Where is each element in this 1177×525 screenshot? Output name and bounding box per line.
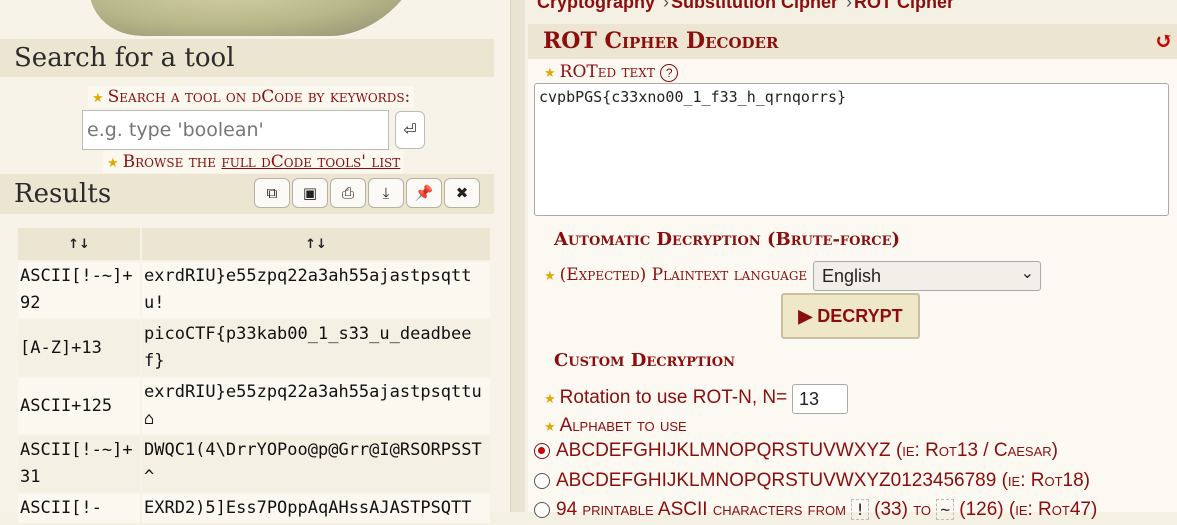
result-text: EXRD2)5]Ess7POppAqAHssAJASTPSQTT <box>142 494 490 523</box>
close-results-button[interactable]: ✖ <box>444 178 480 208</box>
language-label: ★ (Expected) Plaintext language <box>544 265 808 285</box>
star-icon: ★ <box>107 156 119 171</box>
pin-results-button[interactable]: 📌 <box>406 178 442 208</box>
results-table: ↑↓ ↑↓ ASCII[!-~]+92 exrdRIU}e55zpq22a3ah… <box>16 226 492 525</box>
browse-tools-label: ★ Browse the full dCode tools' list <box>103 151 405 173</box>
result-text: DWQC1(4\DrrYOPoo@p@Grr@I@RSORPSST^ <box>142 436 490 492</box>
copy-icon: ⧉ <box>266 184 278 202</box>
download-results-button[interactable]: ⤓ <box>368 178 404 208</box>
breadcrumb-substitution-cipher[interactable]: Substitution Cipher <box>671 0 838 12</box>
print-icon: ⎙ <box>341 184 354 202</box>
roted-text-label: ★ ROTed text ? <box>544 62 679 82</box>
print-results-button[interactable]: ⎙ <box>330 178 366 208</box>
decrypt-button[interactable]: ▶ DECRYPT <box>781 293 920 339</box>
full-tools-list-link[interactable]: full dCode tools' list <box>221 152 400 172</box>
keywords-label: ★ Search a tool on dCode by keywords: <box>88 86 415 108</box>
alphabet-option-az09[interactable]: ABCDEFGHIJKLMNOPQRSTUVWXYZ0123456789 (ie… <box>534 470 1090 492</box>
search-tool-heading: Search for a tool <box>0 39 494 77</box>
auto-decryption-heading: Automatic Decryption (Brute-force) <box>554 229 901 250</box>
result-method: ASCII[!-~]+92 <box>18 262 140 318</box>
breadcrumb-rot-cipher[interactable]: ROT Cipher <box>854 0 954 12</box>
chevron-down-icon: ⌄ <box>1020 265 1034 282</box>
search-submit-button[interactable]: ⏎ <box>395 111 425 149</box>
roted-text-input[interactable]: cvpbPGS{c33xno00_1_f33_h_qrnqorrs} <box>534 83 1169 216</box>
star-icon: ★ <box>544 419 556 434</box>
radio-unselected[interactable] <box>534 473 550 489</box>
help-icon[interactable]: ? <box>660 64 679 82</box>
alphabet-option-az[interactable]: ABCDEFGHIJKLMNOPQRSTUVWXYZ (ie: Rot13 / … <box>534 440 1058 462</box>
radio-selected[interactable] <box>534 443 550 459</box>
result-method: ASCII+125 <box>18 378 140 434</box>
close-icon: ✖ <box>455 184 469 202</box>
result-text: exrdRIU}e55zpq22a3ah55ajastpsqttu⌂ <box>142 378 490 434</box>
star-icon: ★ <box>544 269 556 284</box>
rot-decoder-panel: ROT Cipher Decoder ↺ ★ ROTed text ? cvpbP… <box>528 24 1177 520</box>
download-icon: ⤓ <box>382 184 390 202</box>
rotation-label: ★ Rotation to use ROT-N, N= <box>544 387 788 408</box>
table-row: [A-Z]+13 picoCTF{p33kab00_1_s33_u_deadbe… <box>18 320 490 376</box>
breadcrumb: Cryptography › Substitution Cipher › ROT Cip… <box>537 0 954 13</box>
custom-decryption-heading: Custom Decryption <box>554 350 735 371</box>
sort-text-header[interactable]: ↑↓ <box>142 228 490 260</box>
language-select[interactable]: English ⌄ <box>813 261 1041 291</box>
radio-unselected[interactable] <box>534 502 550 518</box>
alphabet-option-ascii[interactable]: 94 printable ASCII characters from ! (33… <box>534 499 1097 521</box>
left-sidebar: Search for a tool ★ Search a tool on dCod… <box>0 0 510 523</box>
enter-icon: ⏎ <box>403 120 417 139</box>
table-row: ASCII[!- EXRD2)5]Ess7POppAqAHssAJASTPSQT… <box>18 494 490 523</box>
decoder-title: ROT Cipher Decoder ↺ <box>528 24 1177 59</box>
column-divider <box>510 0 525 512</box>
pin-icon: 📌 <box>414 184 434 202</box>
reset-icon[interactable]: ↺ <box>1155 24 1173 59</box>
copy-results-button[interactable]: ⧉ <box>254 178 290 208</box>
breadcrumb-cryptography[interactable]: Cryptography <box>537 0 655 12</box>
dcode-logo-image <box>67 0 423 36</box>
table-row: ASCII[!-~]+31 DWQC1(4\DrrYOPoo@p@Grr@I@R… <box>18 436 490 492</box>
tool-search-input[interactable] <box>82 110 389 150</box>
sort-method-header[interactable]: ↑↓ <box>18 228 140 260</box>
star-icon: ★ <box>544 391 556 406</box>
table-row: ASCII+125 exrdRIU}e55zpq22a3ah55ajastpsq… <box>18 378 490 434</box>
screenshot-results-button[interactable]: ▣ <box>292 178 328 208</box>
table-row: ASCII[!-~]+92 exrdRIU}e55zpq22a3ah55ajas… <box>18 262 490 318</box>
result-method: ASCII[!-~]+31 <box>18 436 140 492</box>
result-text: exrdRIU}e55zpq22a3ah55ajastpsqttu! <box>142 262 490 318</box>
result-text: picoCTF{p33kab00_1_s33_u_deadbeef} <box>142 320 490 376</box>
result-method: ASCII[!- <box>18 494 140 523</box>
result-method: [A-Z]+13 <box>18 320 140 376</box>
alphabet-label: ★ Alphabet to use <box>544 415 687 436</box>
screenshot-icon: ▣ <box>302 184 318 202</box>
star-icon: ★ <box>544 66 556 81</box>
star-icon: ★ <box>92 91 104 106</box>
rotation-input[interactable] <box>792 384 848 414</box>
